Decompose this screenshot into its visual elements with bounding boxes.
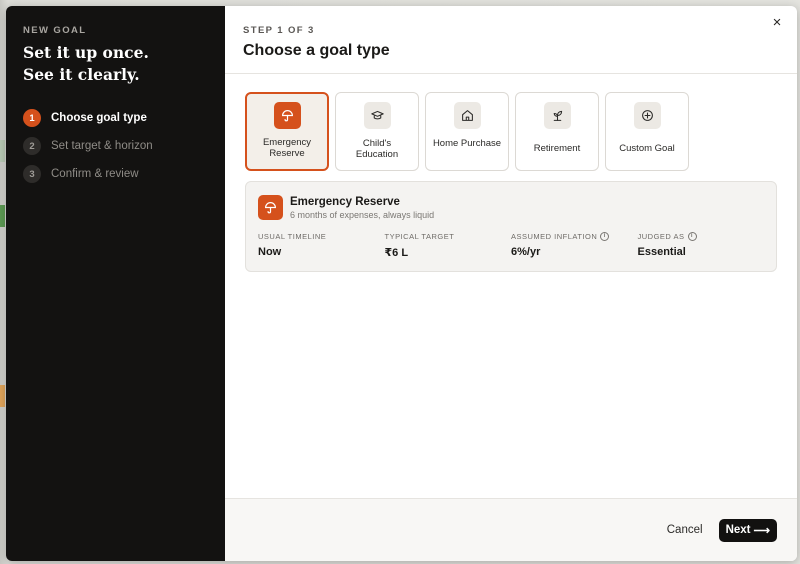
stat-key: JUDGED AS i — [638, 232, 765, 241]
backdrop-stripe — [0, 205, 5, 227]
sidebar-headline: Set it up once. See it clearly. — [23, 42, 208, 86]
stat-key: USUAL TIMELINE — [258, 232, 385, 241]
stat-judged-as: JUDGED AS i Essential — [638, 232, 765, 259]
page-title: Choose a goal type — [243, 42, 390, 59]
close-icon: × — [772, 14, 782, 31]
close-button[interactable]: × — [769, 15, 785, 31]
next-button[interactable]: Next ⟶ — [718, 518, 777, 542]
stat-key-text: ASSUMED INFLATION — [511, 232, 598, 241]
step-number: 3 — [23, 165, 41, 183]
step-list: 1 Choose goal type 2 Set target & horizo… — [23, 104, 208, 188]
sprout-icon — [543, 102, 571, 129]
stat-key-text: USUAL TIMELINE — [258, 232, 327, 241]
plus-circle-icon — [633, 102, 661, 129]
step-label: Confirm & review — [51, 168, 139, 180]
stat-usual-timeline: USUAL TIMELINE Now — [258, 232, 385, 259]
umbrella-icon — [273, 102, 301, 129]
info-icon[interactable]: i — [687, 232, 697, 241]
wizard-main: STEP 1 OF 3 Choose a goal type × Emergen… — [225, 6, 797, 561]
step-number: 1 — [23, 109, 41, 127]
stat-typical-target: TYPICAL TARGET ₹6 L — [385, 232, 512, 259]
goal-card-label: Custom Goal — [619, 143, 675, 154]
goal-card-retirement[interactable]: Retirement — [515, 92, 599, 171]
stat-key: TYPICAL TARGET — [385, 232, 512, 241]
goal-card-label: Emergency Reserve — [262, 137, 312, 159]
house-icon — [453, 102, 481, 129]
goal-details-panel: Emergency Reserve 6 months of expenses, … — [245, 181, 777, 272]
stat-value: 6%/yr — [511, 246, 541, 258]
goal-card-emergency-reserve[interactable]: Emergency Reserve — [245, 92, 329, 171]
goal-type-options: Emergency Reserve Child's Education Home… — [245, 92, 777, 171]
step-label: Choose goal type — [51, 112, 147, 124]
next-button-label: Next — [725, 524, 751, 536]
stat-value: Essential — [637, 246, 686, 258]
step-choose-goal-type[interactable]: 1 Choose goal type — [23, 104, 208, 132]
sidebar-eyebrow: NEW GOAL — [23, 25, 87, 36]
backdrop-stripe — [0, 140, 5, 162]
backdrop-stripe — [0, 385, 5, 407]
goal-details-name: Emergency Reserve — [290, 195, 400, 208]
goal-details-text: Emergency Reserve 6 months of expenses, … — [290, 196, 434, 220]
stat-value: Now — [258, 246, 282, 258]
step-label: Set target & horizon — [51, 140, 153, 152]
goal-card-label: Home Purchase — [432, 138, 502, 149]
goal-details-description: 6 months of expenses, always liquid — [290, 209, 435, 220]
goal-card-custom[interactable]: Custom Goal — [605, 92, 689, 171]
headline-line-2: See it clearly. — [23, 65, 140, 84]
new-goal-modal: NEW GOAL Set it up once. See it clearly.… — [6, 6, 797, 561]
wizard-body: Emergency Reserve Child's Education Home… — [225, 74, 797, 498]
goal-card-label: Retirement — [533, 143, 581, 154]
stat-key-text: TYPICAL TARGET — [384, 232, 455, 241]
goal-card-childs-education[interactable]: Child's Education — [335, 92, 419, 171]
wizard-footer: Cancel Next ⟶ — [225, 498, 797, 561]
graduation-cap-icon — [363, 102, 391, 129]
stat-assumed-inflation: ASSUMED INFLATION i 6%/yr — [511, 232, 638, 259]
umbrella-icon — [258, 195, 283, 220]
wizard-sidebar: NEW GOAL Set it up once. See it clearly.… — [6, 6, 225, 561]
wizard-header: STEP 1 OF 3 Choose a goal type × — [225, 6, 797, 74]
step-set-target[interactable]: 2 Set target & horizon — [23, 132, 208, 160]
goal-details-header: Emergency Reserve 6 months of expenses, … — [258, 195, 764, 220]
goal-card-home-purchase[interactable]: Home Purchase — [425, 92, 509, 171]
cancel-button[interactable]: Cancel — [667, 524, 703, 536]
stat-key: ASSUMED INFLATION i — [511, 232, 638, 241]
arrow-right-icon: ⟶ — [753, 525, 771, 537]
step-indicator: STEP 1 OF 3 — [243, 25, 315, 36]
info-icon[interactable]: i — [600, 232, 610, 241]
step-confirm-review[interactable]: 3 Confirm & review — [23, 160, 208, 188]
stat-key-text: JUDGED AS — [637, 232, 685, 241]
goal-stats: USUAL TIMELINE Now TYPICAL TARGET ₹6 L A… — [258, 232, 764, 259]
goal-card-label: Child's Education — [355, 138, 399, 160]
step-number: 2 — [23, 137, 41, 155]
stat-value: ₹6 L — [384, 247, 409, 259]
headline-line-1: Set it up once. — [23, 43, 149, 62]
